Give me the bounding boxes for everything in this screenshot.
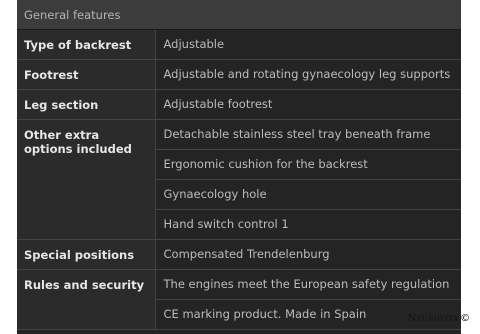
row-value: Compensated Trendelenburg [163, 247, 330, 261]
row-values: Detachable stainless steel tray beneath … [155, 119, 461, 240]
row-value: Adjustable [163, 37, 225, 51]
row-values: Adjustable footrest [155, 89, 461, 120]
row-value: Hand switch control 1 [155, 209, 461, 239]
table-row: Footrest Adjustable and rotating gynaecol… [17, 59, 461, 90]
table-row: Rules and security The engines meet the E… [17, 269, 461, 330]
row-value: The engines meet the European safety reg… [163, 277, 450, 291]
row-values: Adjustable and rotating gynaecology leg … [155, 59, 461, 90]
row-value: Adjustable and rotating gynaecology leg … [163, 67, 451, 81]
features-table: Type of backrest Adjustable Footrest Adjust… [17, 30, 461, 330]
features-panel: General features Type of backrest Adjusta… [17, 0, 461, 334]
row-label: Rules and security [17, 269, 156, 330]
table-row: Other extra options included Detachable s… [17, 119, 461, 240]
row-values: Adjustable [155, 30, 461, 60]
row-label: Type of backrest [17, 30, 156, 60]
features-table-body: Type of backrest Adjustable Footrest Adjust… [17, 30, 461, 330]
row-value: Ergonomic cushion for the backrest [155, 149, 461, 179]
row-label: Other extra options included [17, 119, 156, 240]
row-value: Gynaecology hole [155, 179, 461, 209]
table-row: Leg section Adjustable footrest [17, 89, 461, 120]
watermark-text: Neurovita [408, 313, 459, 324]
copyright-icon: © [460, 313, 471, 324]
section-header: General features [17, 0, 461, 30]
table-row: Special positions Compensated Trendelenbu… [17, 239, 461, 270]
watermark: Neurovita © [408, 313, 470, 327]
row-value: Adjustable footrest [163, 97, 273, 111]
row-value: Detachable stainless steel tray beneath … [163, 127, 431, 141]
table-row: Type of backrest Adjustable [17, 30, 461, 60]
row-label: Leg section [17, 89, 156, 120]
row-values: Compensated Trendelenburg [155, 239, 461, 270]
row-label: Footrest [17, 59, 156, 90]
row-label: Special positions [17, 239, 156, 270]
